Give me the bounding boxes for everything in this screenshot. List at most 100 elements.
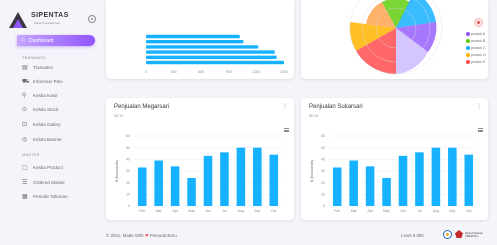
- y-tick-label: 50: [126, 146, 130, 150]
- x-tick-label: 0: [145, 70, 147, 74]
- heart-icon: ❤: [144, 233, 149, 238]
- sidebar-item-kelola-kasir[interactable]: ⚲ Kelola Kasir: [22, 92, 96, 100]
- bar-mark: [415, 152, 424, 206]
- y-tick-label: 10: [126, 193, 130, 197]
- top-bar-chart-card: 0 300 600 900 1200 1500: [106, 0, 294, 79]
- bar-mark: [253, 147, 262, 206]
- sidebar-section-heading: TRANSAKSI: [22, 56, 47, 60]
- bar-mark: [146, 55, 277, 59]
- x-tick-label: 300: [171, 70, 177, 74]
- user-icon: ⚲: [22, 93, 27, 99]
- bar-mark: [146, 50, 275, 54]
- x-tick-label: Sep: [254, 209, 260, 213]
- footer-copyright: © 2021, Made With ❤ Pemuda Baru: [106, 233, 177, 238]
- sidebar-item-label: Dashboard: [29, 38, 54, 44]
- x-tick-label: May: [383, 209, 390, 213]
- y-tick-label: 30: [126, 169, 130, 173]
- brand-logo-icon: [9, 12, 27, 28]
- sidebar-section-heading: MASTER: [22, 153, 40, 157]
- x-tick-label: Jun: [205, 209, 211, 213]
- home-icon: ⌂: [21, 37, 25, 43]
- bar-mark: [203, 155, 213, 206]
- x-tick-label: Jun: [400, 209, 406, 213]
- bar-mark: [146, 34, 240, 39]
- bar-mark: [464, 154, 474, 206]
- x-tick-label: Oct: [271, 209, 277, 213]
- brand[interactable]: SIPENTAS Sistem Penjualan Aset: [7, 10, 97, 32]
- x-tick-label: Aug: [238, 209, 244, 213]
- box-icon: ▢: [22, 165, 28, 171]
- top-radar-chart-card: produk A produk B produk C produk D prod…: [301, 0, 488, 79]
- sidebar-item-label: Ordered Masuk: [33, 180, 65, 185]
- y-axis-label: $ (thousands): [310, 160, 314, 182]
- store-icon: ⊙: [22, 107, 28, 113]
- gallery-icon: ⊡: [22, 122, 28, 128]
- sidebar-item-kelola-product[interactable]: ▢ Kelola Product: [22, 164, 96, 172]
- bar-mark: [349, 160, 358, 206]
- y-tick-label: 0: [128, 204, 130, 208]
- sidebar-item-transaksi[interactable]: ▤ Transaksi: [22, 64, 96, 72]
- x-tick-label: Oct: [466, 209, 472, 213]
- sidebar-item-ordered-masuk[interactable]: ☰ Ordered Masuk: [22, 179, 96, 187]
- bar-mark: [220, 152, 229, 206]
- y-tick-label: 40: [321, 158, 325, 162]
- y-tick-label: 0: [323, 204, 325, 208]
- sidebar-item-label: Kelola Banner: [33, 137, 62, 142]
- sidebar-toggle-icon[interactable]: [88, 15, 96, 23]
- x-tick-label: 900: [226, 70, 232, 74]
- y-axis-label: $ (thousands): [115, 160, 119, 182]
- sidebar-item-kelola-banner[interactable]: ◎ Kelola Banner: [22, 136, 96, 144]
- calendar-icon: ▦: [22, 194, 28, 200]
- y-tick-label: 60: [321, 134, 325, 138]
- bar-mark: [146, 45, 259, 49]
- sidebar-item-label: Periode Tahunan: [33, 194, 68, 199]
- x-tick-label: Jul: [222, 209, 227, 213]
- y-tick-label: 20: [321, 181, 325, 185]
- sales-chart-card-sukarsari: Penjualan Sukarsari 30 % ⋮ 0 10 20 30 40 50 60…: [301, 98, 488, 220]
- x-tick-label: Sep: [449, 209, 455, 213]
- footer-level: Level 9.350: [401, 233, 424, 238]
- legend-item: produk D: [466, 53, 486, 58]
- legend-item: produk C: [466, 46, 486, 51]
- x-tick-label: May: [188, 209, 195, 213]
- bar-mark: [332, 167, 342, 206]
- y-tick-label: 20: [126, 181, 130, 185]
- legend-item: produk B: [466, 39, 485, 44]
- bar-mark: [398, 155, 408, 206]
- banner-icon: ◎: [22, 137, 28, 143]
- polar-area-chart: [349, 0, 443, 75]
- bar-chart: 0 10 20 30 40 50 60 $ (thousands) Feb Mar Apr May Ju…: [310, 134, 477, 213]
- y-tick-label: 10: [321, 193, 325, 197]
- sidebar-item-informasi-toko[interactable]: ⛟ Informasi Toko: [22, 78, 96, 86]
- brand-subtitle: Sistem Penjualan Aset: [34, 22, 60, 25]
- sales-chart-card-megarsari: Penjualan Megarsari 30 % ⋮ 0 10 20 30 40 50 60…: [106, 98, 294, 220]
- sidebar-item-label: Kelola Stock: [33, 107, 59, 112]
- x-tick-label: Mar: [156, 209, 163, 213]
- brand-name: SIPENTAS: [31, 12, 69, 19]
- sidebar-item-kelola-stock[interactable]: ⊙ Kelola Stock: [22, 106, 96, 114]
- partner-logo-icon: [455, 230, 463, 238]
- partner-logo-text: Dinas Koperasi UMKM Ppn: [465, 232, 483, 238]
- y-tick-label: 40: [126, 158, 130, 162]
- bar-mark: [137, 167, 147, 206]
- x-tick-label: Feb: [334, 209, 340, 213]
- y-tick-label: 50: [321, 146, 325, 150]
- bar-mark: [154, 160, 163, 206]
- avatar[interactable]: [474, 18, 483, 27]
- bar-mark: [146, 60, 284, 65]
- footer: © 2021, Made With ❤ Pemuda Baru Level 9.…: [106, 230, 496, 242]
- x-tick-label: 1200: [252, 70, 260, 74]
- horizontal-bar-chart: 0 300 600 900 1200 1500: [145, 34, 288, 74]
- receipt-icon: ▤: [22, 65, 28, 71]
- sidebar-item-kelola-galery[interactable]: ⊡ Kelola Galery: [22, 121, 96, 129]
- x-tick-label: Aug: [433, 209, 439, 213]
- sidebar-item-label: Transaksi: [33, 65, 53, 70]
- x-tick-label: Apr: [172, 209, 178, 213]
- sidebar-item-label: Kelola Product: [33, 165, 63, 170]
- sidebar-item-periode-tahunan[interactable]: ▦ Periode Tahunan: [22, 193, 96, 201]
- bar-mark: [187, 178, 196, 206]
- sidebar-item-dashboard[interactable]: ⌂ Dashboard: [17, 35, 95, 46]
- legend-item: produk E: [466, 60, 485, 65]
- bar-mark: [269, 154, 279, 206]
- x-tick-label: 1500: [280, 70, 288, 74]
